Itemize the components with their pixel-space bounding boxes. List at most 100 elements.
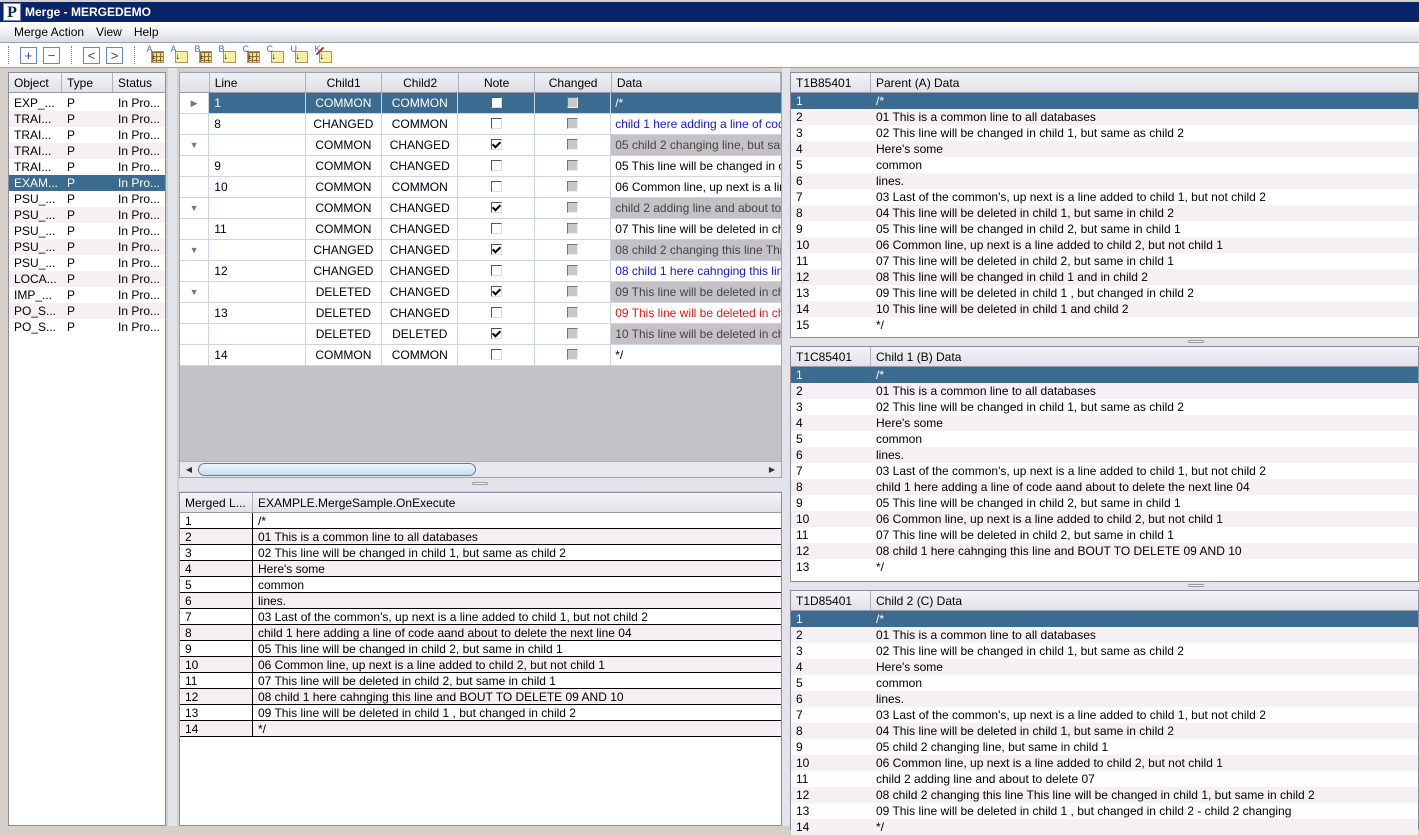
diff-row[interactable]: ▼ CHANGED CHANGED 08 child 2 changing this … — [180, 240, 782, 261]
child2-row[interactable]: 14 */ — [791, 819, 1418, 835]
child1-row[interactable]: 6 lines. — [791, 447, 1418, 463]
col-status[interactable]: Status — [113, 73, 165, 92]
child2-row[interactable]: 6 lines. — [791, 691, 1418, 707]
merged-row[interactable]: 12 08 child 1 here cahnging this line and… — [180, 689, 781, 705]
note-checkbox[interactable] — [490, 348, 502, 360]
object-row[interactable]: PSU_... P In Pro... — [9, 223, 165, 239]
parent-row[interactable]: 14 10 This line will be deleted in child … — [791, 301, 1418, 317]
object-row[interactable]: TRAI... P In Pro... — [9, 143, 165, 159]
diff-grid-horizontal-scrollbar[interactable]: ◀ ▶ — [180, 461, 781, 477]
parent-row[interactable]: 5 common — [791, 157, 1418, 173]
col-object[interactable]: Object — [9, 73, 62, 92]
right-splitter-1[interactable] — [790, 338, 1419, 346]
expand-toggle-icon[interactable]: ▼ — [180, 282, 210, 302]
diff-row[interactable]: ▼ COMMON CHANGED child 2 adding line and ab… — [180, 198, 782, 219]
current-row-icon[interactable]: ▶ — [180, 93, 210, 113]
note-checkbox[interactable] — [490, 285, 502, 297]
child1-row[interactable]: 10 06 Common line, up next is a line adde… — [791, 511, 1418, 527]
diff-row[interactable]: 9 COMMON CHANGED 05 This line will be chang… — [180, 156, 781, 177]
child2-row[interactable]: 3 02 This line will be changed in child 1… — [791, 643, 1418, 659]
parent-row[interactable]: 11 07 This line will be deleted in child … — [791, 253, 1418, 269]
col-data[interactable]: Data — [612, 73, 782, 92]
child2-row[interactable]: 5 common — [791, 675, 1418, 691]
note-checkbox[interactable] — [490, 138, 502, 150]
note-checkbox[interactable] — [490, 264, 502, 276]
col-note[interactable]: Note — [459, 73, 536, 92]
object-row[interactable]: TRAI... P In Pro... — [9, 127, 165, 143]
expand-toggle-icon[interactable]: ▼ — [180, 135, 210, 155]
diff-row[interactable]: DELETED DELETED 10 This line will be delet… — [180, 324, 782, 345]
take-user-button[interactable]: U ↓ — [290, 44, 309, 65]
object-row[interactable]: IMP_... P In Pro... — [9, 287, 165, 303]
diff-row[interactable]: 14 COMMON COMMON */ — [180, 345, 781, 366]
parent-row[interactable]: 1 /* — [791, 93, 1418, 109]
col-child1-id[interactable]: T1C85401 — [791, 347, 871, 366]
col-line[interactable]: Line — [210, 73, 306, 92]
parent-row[interactable]: 8 04 This line will be deleted in child 1… — [791, 205, 1418, 221]
expand-all-button[interactable]: + — [20, 46, 37, 64]
menu-help[interactable]: Help — [128, 25, 165, 39]
expand-toggle-icon[interactable]: ▼ — [180, 198, 210, 218]
parent-row[interactable]: 4 Here's some — [791, 141, 1418, 157]
note-checkbox[interactable] — [490, 159, 502, 171]
take-a-button[interactable]: A ↓ — [170, 44, 189, 65]
parent-row[interactable]: 12 08 This line will be changed in child … — [791, 269, 1418, 285]
note-checkbox[interactable] — [490, 117, 502, 129]
child2-row[interactable]: 12 08 child 2 changing this line This lin… — [791, 787, 1418, 803]
scroll-right-icon[interactable]: ▶ — [765, 462, 779, 477]
merged-row[interactable]: 9 05 This line will be changed in child 2… — [180, 641, 781, 657]
merged-row[interactable]: 13 09 This line will be deleted in child … — [180, 705, 781, 721]
col-child1[interactable]: Child1 — [306, 73, 383, 92]
merged-row[interactable]: 3 02 This line will be changed in child 1… — [180, 545, 781, 561]
note-checkbox[interactable] — [490, 201, 502, 213]
diff-row[interactable]: 10 COMMON COMMON 06 Common line, up next is… — [180, 177, 781, 198]
merged-row[interactable]: 14 */ — [180, 721, 781, 737]
merged-row[interactable]: 10 06 Common line, up next is a line adde… — [180, 657, 781, 673]
parent-row[interactable]: 7 03 Last of the common's, up next is a l… — [791, 189, 1418, 205]
note-checkbox[interactable] — [490, 243, 502, 255]
child1-row[interactable]: 9 05 This line will be changed in child 2… — [791, 495, 1418, 511]
child2-row[interactable]: 13 09 This line will be deleted in child … — [791, 803, 1418, 819]
child1-row[interactable]: 3 02 This line will be changed in child 1… — [791, 399, 1418, 415]
child2-row[interactable]: 1 /* — [791, 611, 1418, 627]
scroll-left-icon[interactable]: ◀ — [182, 462, 196, 477]
merged-row[interactable]: 5 common — [180, 577, 781, 593]
col-child2-id[interactable]: T1D85401 — [791, 591, 871, 610]
child2-row[interactable]: 7 03 Last of the common's, up next is a l… — [791, 707, 1418, 723]
col-child1-data[interactable]: Child 1 (B) Data — [871, 347, 1418, 366]
left-splitter[interactable] — [168, 68, 177, 826]
merged-row[interactable]: 1 /* — [180, 513, 781, 529]
menu-view[interactable]: View — [90, 25, 128, 39]
parent-row[interactable]: 15 */ — [791, 317, 1418, 333]
object-row[interactable]: PSU_... P In Pro... — [9, 207, 165, 223]
diff-row[interactable]: 13 DELETED CHANGED 09 This line will be del… — [180, 303, 781, 324]
object-row[interactable]: EXP_... P In Pro... — [9, 95, 165, 111]
child2-row[interactable]: 4 Here's some — [791, 659, 1418, 675]
diff-row[interactable]: 8 CHANGED COMMON child 1 here adding a line… — [180, 114, 781, 135]
right-splitter[interactable] — [782, 68, 790, 826]
take-all-a-button[interactable]: A ↓ — [146, 44, 165, 65]
object-row[interactable]: EXAM... P In Pro... — [9, 175, 165, 191]
merged-row[interactable]: 7 03 Last of the common's, up next is a l… — [180, 609, 781, 625]
expand-toggle-icon[interactable]: ▼ — [180, 240, 210, 260]
object-row[interactable]: TRAI... P In Pro... — [9, 111, 165, 127]
object-row[interactable]: PO_S... P In Pro... — [9, 303, 165, 319]
diff-row[interactable]: ▼ COMMON CHANGED 05 child 2 changing line, … — [180, 135, 782, 156]
col-type[interactable]: Type — [62, 73, 113, 92]
object-row[interactable]: PSU_... P In Pro... — [9, 239, 165, 255]
child1-row[interactable]: 2 01 This is a common line to all databas… — [791, 383, 1418, 399]
diff-row[interactable]: 11 COMMON CHANGED 07 This line will be dele… — [180, 219, 781, 240]
scrollbar-thumb[interactable] — [198, 463, 476, 476]
take-b-button[interactable]: B ↓ — [218, 44, 237, 65]
parent-row[interactable]: 6 lines. — [791, 173, 1418, 189]
child1-row[interactable]: 8 child 1 here adding a line of code aand… — [791, 479, 1418, 495]
parent-row[interactable]: 10 06 Common line, up next is a line adde… — [791, 237, 1418, 253]
right-splitter-2[interactable] — [790, 582, 1419, 590]
menu-merge-action[interactable]: Merge Action — [8, 25, 90, 39]
child1-row[interactable]: 13 */ — [791, 559, 1418, 575]
child2-row[interactable]: 11 child 2 adding line and about to delet… — [791, 771, 1418, 787]
take-none-button[interactable]: K ↓ — [314, 44, 333, 65]
col-parent-id[interactable]: T1B85401 — [791, 73, 871, 92]
object-row[interactable]: LOCA... P In Pro... — [9, 271, 165, 287]
parent-row[interactable]: 3 02 This line will be changed in child 1… — [791, 125, 1418, 141]
